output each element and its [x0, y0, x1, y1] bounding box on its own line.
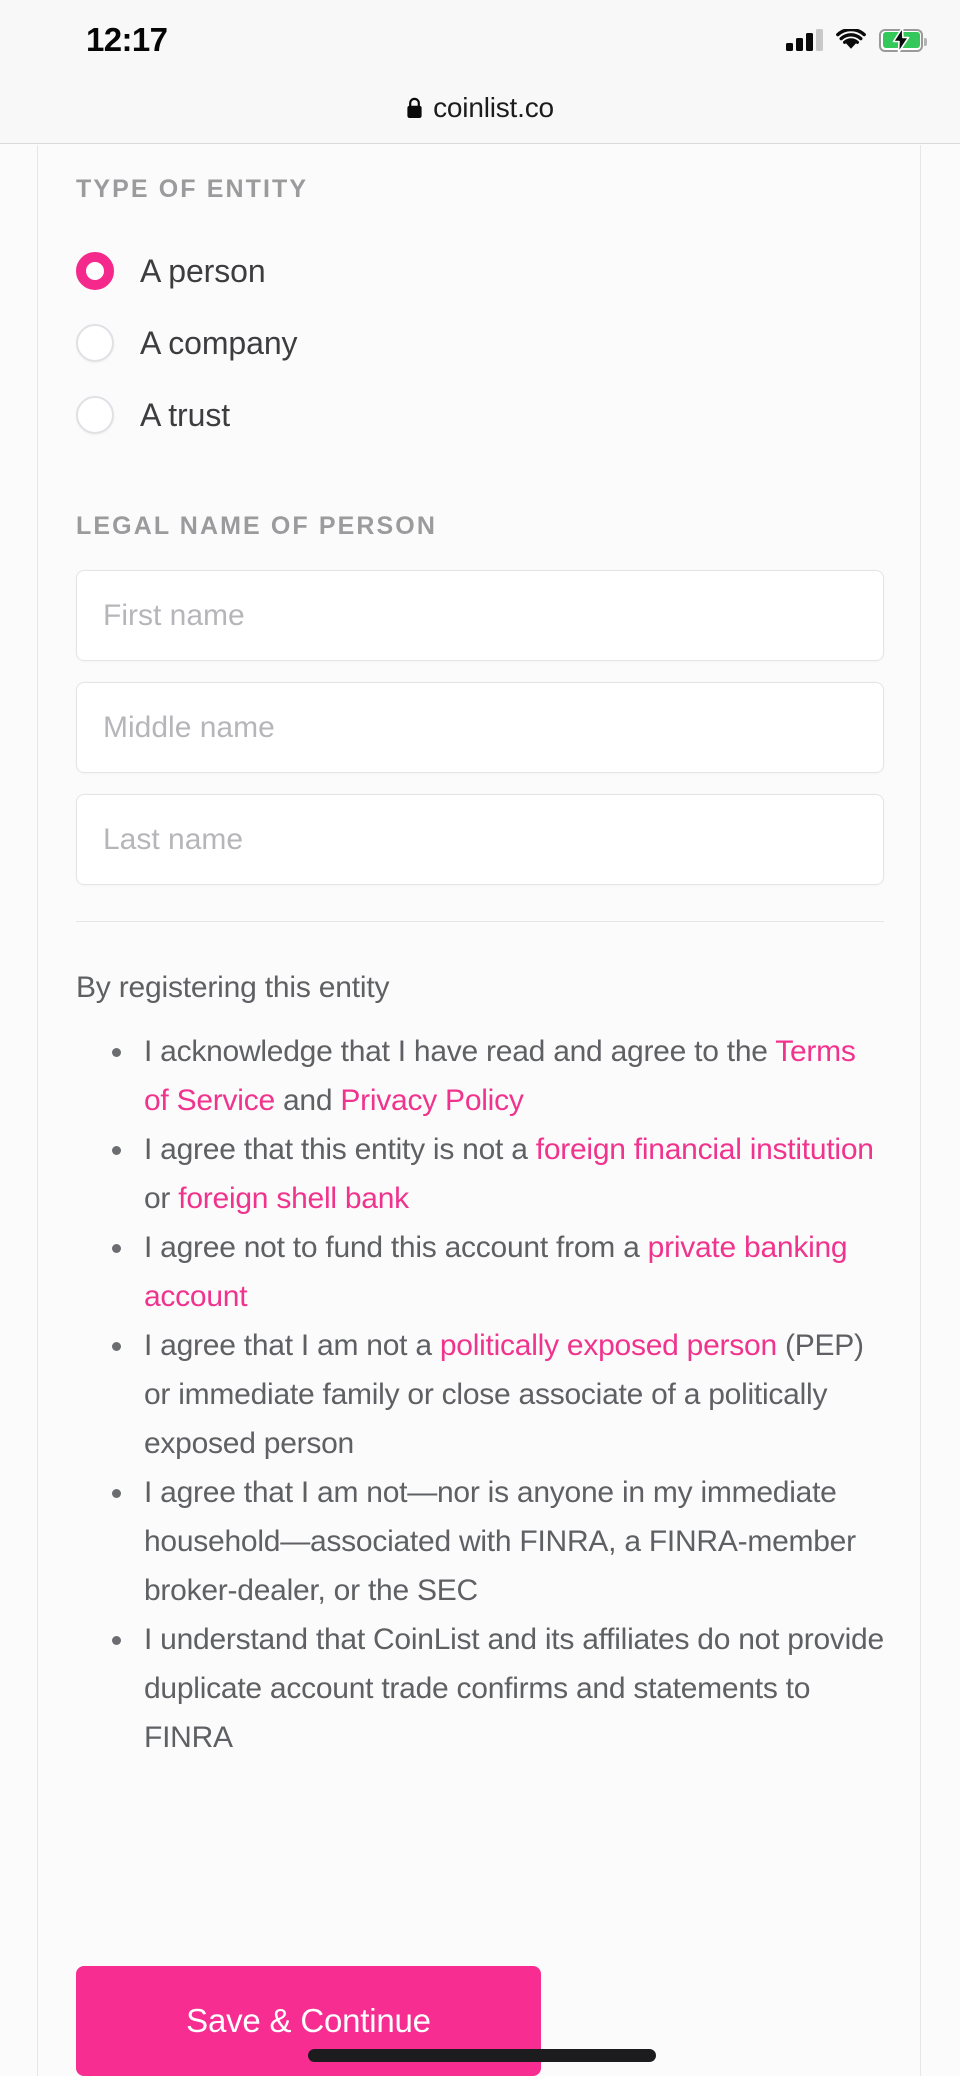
radio-label: A trust: [140, 396, 231, 433]
agreement-link[interactable]: Privacy Policy: [340, 1084, 523, 1117]
entity-type-radio-group[interactable]: A person A company A trust: [76, 235, 884, 451]
agreement-text: I agree that I am not—nor is anyone in m…: [144, 1476, 856, 1607]
agreement-item: I acknowledge that I have read and agree…: [112, 1027, 884, 1125]
url-bar-content: coinlist.co: [406, 92, 554, 124]
radio-button-icon[interactable]: [76, 396, 114, 434]
agreement-item: I agree that I am not a politically expo…: [112, 1321, 884, 1468]
agreement-text: I agree that I am not a: [144, 1329, 440, 1362]
section-divider: [76, 921, 884, 922]
agreement-item: I agree that this entity is not a foreig…: [112, 1125, 884, 1223]
agreement-text: and: [274, 1084, 341, 1117]
agreement-text: I agree not to fund this account from a: [144, 1231, 648, 1264]
radio-option-a-person[interactable]: A person: [76, 235, 884, 307]
agreement-link[interactable]: foreign financial institution: [536, 1133, 874, 1166]
radio-option-a-company[interactable]: A company: [76, 307, 884, 379]
agreements-list: I acknowledge that I have read and agree…: [76, 1027, 884, 1762]
url-text: coinlist.co: [433, 91, 554, 123]
status-bar-indicators: [786, 26, 927, 54]
form-content: TYPE OF ENTITY A person A company A trus…: [76, 145, 884, 1762]
radio-option-a-trust[interactable]: A trust: [76, 379, 884, 451]
agreement-text: I acknowledge that I have read and agree…: [144, 1035, 776, 1068]
agreement-link[interactable]: foreign shell bank: [178, 1182, 409, 1215]
status-bar-time: 12:17: [86, 21, 168, 58]
agreement-link[interactable]: politically exposed person: [440, 1329, 777, 1362]
middle-name-input[interactable]: [76, 682, 884, 773]
cellular-signal-icon: [786, 29, 823, 51]
agreements-intro: By registering this entity: [76, 971, 390, 1004]
agreement-text: or: [144, 1182, 179, 1215]
browser-url-bar[interactable]: coinlist.co: [0, 72, 960, 144]
legal-name-of-person-label: LEGAL NAME OF PERSON: [76, 512, 438, 540]
agreement-item: I agree that I am not—nor is anyone in m…: [112, 1468, 884, 1615]
wifi-icon: [836, 29, 866, 49]
agreement-item: I understand that CoinList and its affil…: [112, 1615, 884, 1762]
agreement-text: I agree that this entity is not a: [144, 1133, 536, 1166]
radio-button-icon[interactable]: [76, 252, 114, 290]
name-fields-group: [76, 570, 884, 885]
last-name-input[interactable]: [76, 794, 884, 885]
type-of-entity-label: TYPE OF ENTITY: [76, 175, 309, 203]
battery-charging-icon: [879, 27, 927, 53]
web-page-viewport: TYPE OF ENTITY A person A company A trus…: [37, 145, 921, 2076]
status-bar: 12:17: [0, 0, 960, 72]
radio-label: A person: [140, 252, 266, 289]
lock-icon: [407, 97, 422, 118]
radio-label: A company: [140, 324, 298, 361]
radio-button-icon[interactable]: [76, 324, 114, 362]
charging-bolt-icon: [892, 27, 910, 53]
agreement-text: I understand that CoinList and its affil…: [144, 1623, 884, 1754]
agreement-item: I agree not to fund this account from a …: [112, 1223, 884, 1321]
first-name-input[interactable]: [76, 570, 884, 661]
phone-screen: 12:17 coinlist.co TYPE OF ENTITY A perso…: [0, 0, 960, 2076]
home-indicator[interactable]: [308, 2049, 656, 2062]
